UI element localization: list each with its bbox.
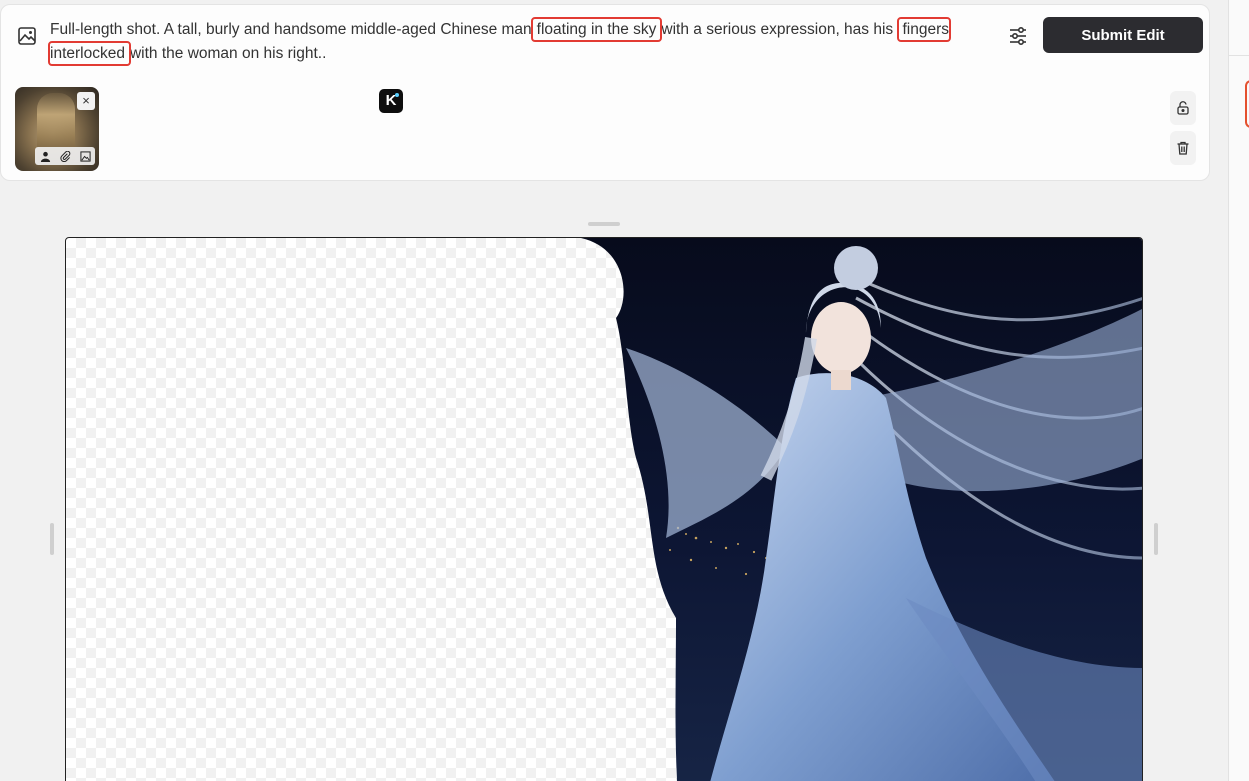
prompt-input[interactable]: Full-length shot. A tall, burly and hand… — [47, 17, 990, 66]
submit-edit-button[interactable]: Submit Edit — [1043, 17, 1203, 53]
rail-divider — [1229, 55, 1249, 56]
reference-image-thumbnail[interactable]: × — [15, 87, 99, 171]
resize-handle-left[interactable] — [50, 523, 54, 555]
rail-selected-item[interactable] — [1245, 80, 1249, 128]
highlighted-phrase-floating[interactable]: floating in the sky — [530, 17, 663, 42]
resize-handle-right[interactable] — [1154, 523, 1158, 555]
k-logo-icon: K — [379, 89, 403, 113]
prompt-text-part2: with a serious expression, has his — [661, 21, 894, 38]
prompt-text-part1: Full-length shot. A tall, burly and hand… — [50, 21, 532, 38]
unlock-icon[interactable] — [1170, 91, 1196, 125]
settings-sliders-icon[interactable] — [1004, 22, 1032, 50]
image-icon[interactable] — [78, 149, 92, 163]
edit-canvas[interactable] — [65, 237, 1143, 781]
prompt-text-part3: with the woman on his right.. — [129, 45, 327, 62]
paperclip-icon[interactable] — [58, 149, 72, 163]
right-rail-panel — [1228, 0, 1249, 781]
person-icon[interactable] — [38, 149, 52, 163]
canvas-image — [581, 238, 1142, 781]
resize-handle-top[interactable] — [588, 222, 620, 226]
thumbnail-toolbar — [35, 147, 95, 165]
trash-icon[interactable] — [1170, 131, 1196, 165]
remove-thumbnail-close-icon[interactable]: × — [77, 92, 95, 110]
prompt-card: Full-length shot. A tall, burly and hand… — [0, 4, 1210, 181]
image-mode-icon[interactable] — [17, 26, 37, 46]
